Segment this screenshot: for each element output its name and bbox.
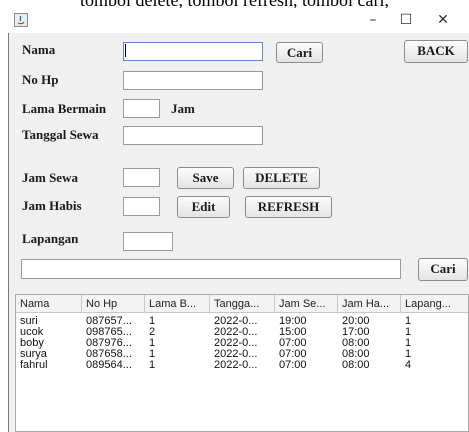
jam-sewa-label: Jam Sewa (22, 170, 78, 185)
close-icon[interactable]: ✕ (425, 8, 461, 33)
table-cell: 17:00 (342, 327, 370, 338)
table-cell: 2022-0... (214, 316, 258, 327)
table-cell: 1 (149, 316, 156, 327)
minimize-icon[interactable]: – (355, 8, 391, 33)
refresh-button[interactable]: REFRESH (245, 196, 332, 218)
table-cell: 07:00 (279, 360, 307, 371)
table-cell: 1 (149, 360, 156, 371)
save-button[interactable]: Save (177, 167, 234, 189)
column-header-nama[interactable]: Nama (16, 295, 82, 313)
cari-top-button[interactable]: Cari (276, 42, 323, 63)
table-cell: 07:00 (279, 349, 307, 360)
table-cell: 2022-0... (214, 360, 258, 371)
text-caret (125, 44, 126, 57)
table-cell: 20:00 (342, 316, 370, 327)
search-field[interactable] (21, 259, 401, 279)
nohp-field[interactable] (123, 71, 263, 90)
column-header-lapangan[interactable]: Lapang... (401, 295, 468, 313)
table-cell: 1 (405, 338, 412, 349)
nohp-label: No Hp (22, 72, 59, 87)
jam-sewa-field[interactable] (123, 168, 160, 187)
table-cell: 1 (405, 327, 412, 338)
java-app-icon (14, 13, 28, 27)
tanggal-sewa-label: Tanggal Sewa (22, 127, 99, 142)
table-cell: suri (20, 316, 38, 327)
column-header-lama[interactable]: Lama B... (145, 295, 210, 313)
table-row[interactable]: ucok 098765... 2 2022-0... 15:00 17:00 1 (16, 327, 468, 338)
table-cell: 15:00 (279, 327, 307, 338)
column-header-tanggal[interactable]: Tangga... (210, 295, 275, 313)
table-row[interactable]: boby 087976... 1 2022-0... 07:00 08:00 1 (16, 338, 468, 349)
edit-button[interactable]: Edit (177, 196, 230, 218)
table-cell: 19:00 (279, 316, 307, 327)
lama-bermain-input[interactable] (124, 100, 159, 118)
table-cell: 1 (149, 338, 156, 349)
search-input[interactable] (22, 260, 400, 278)
lapangan-input[interactable] (124, 233, 172, 251)
lama-bermain-label: Lama Bermain (22, 101, 107, 116)
lapangan-label: Lapangan (22, 231, 79, 246)
table-body: suri 087657... 1 2022-0... 19:00 20:00 1… (16, 316, 468, 376)
lapangan-field[interactable] (123, 232, 173, 251)
back-button[interactable]: BACK (404, 40, 468, 63)
table-cell: 089564... (86, 360, 132, 371)
table-row[interactable]: fahrul 089564... 1 2022-0... 07:00 08:00… (16, 360, 468, 371)
table-header: Nama No Hp Lama B... Tangga... Jam Se...… (16, 295, 468, 313)
table-cell: 087658... (86, 349, 132, 360)
nohp-input[interactable] (124, 72, 262, 90)
jam-unit-label: Jam (171, 101, 195, 116)
table-cell: 2022-0... (214, 327, 258, 338)
nama-label: Nama (22, 42, 56, 57)
table-row[interactable]: suri 087657... 1 2022-0... 19:00 20:00 1 (16, 316, 468, 327)
tanggal-sewa-input[interactable] (124, 127, 262, 145)
table-cell: ucok (20, 327, 44, 338)
maximize-icon[interactable]: ☐ (388, 8, 424, 33)
column-header-jam-sewa[interactable]: Jam Se... (275, 295, 338, 313)
jam-habis-input[interactable] (124, 198, 159, 216)
table-cell: surya (20, 349, 47, 360)
column-header-jam-habis[interactable]: Jam Ha... (338, 295, 401, 313)
nama-field[interactable] (123, 42, 263, 61)
table-cell: 098765... (86, 327, 132, 338)
table-cell: 08:00 (342, 338, 370, 349)
table-cell: 1 (405, 349, 412, 360)
cari-bottom-button[interactable]: Cari (418, 258, 468, 281)
table-cell: 087976... (86, 338, 132, 349)
jam-habis-field[interactable] (123, 197, 160, 216)
table-cell: 07:00 (279, 338, 307, 349)
table-cell: 2022-0... (214, 338, 258, 349)
table-cell: 087657... (86, 316, 132, 327)
table-cell: 2022-0... (214, 349, 258, 360)
delete-button[interactable]: DELETE (243, 167, 320, 189)
table-cell: 08:00 (342, 360, 370, 371)
table-cell: 4 (405, 360, 412, 371)
table-cell: 1 (149, 349, 156, 360)
table-cell: 08:00 (342, 349, 370, 360)
tanggal-sewa-field[interactable] (123, 126, 263, 145)
column-header-nohp[interactable]: No Hp (82, 295, 145, 313)
table-cell: 2 (149, 327, 156, 338)
nama-input[interactable] (124, 43, 262, 61)
jam-sewa-input[interactable] (124, 169, 159, 187)
jam-habis-label: Jam Habis (22, 198, 82, 213)
table-cell: 1 (405, 316, 412, 327)
table-cell: fahrul (20, 360, 48, 371)
table-row[interactable]: surya 087658... 1 2022-0... 07:00 08:00 … (16, 349, 468, 360)
table-cell: boby (20, 338, 44, 349)
lama-bermain-field[interactable] (123, 99, 160, 118)
